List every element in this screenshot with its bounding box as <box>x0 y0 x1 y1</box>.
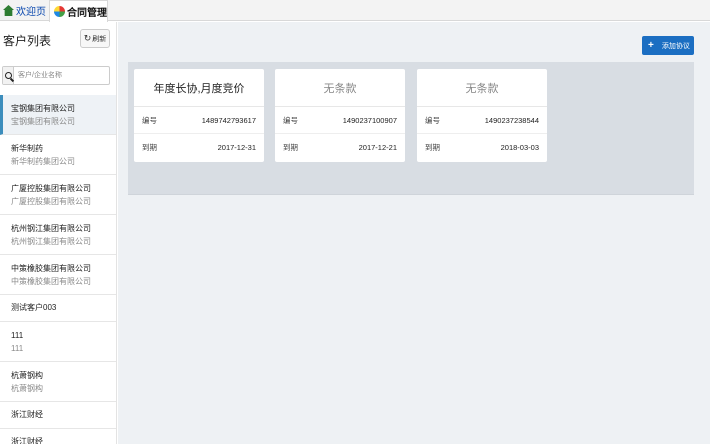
tab-label: 合同管理 <box>67 8 107 19</box>
customer-name: 浙江财经 <box>11 437 43 444</box>
list-item[interactable]: 新华制药 新华制药集团公司 <box>0 135 116 175</box>
agreement-number-row: 编号 1489742793617 <box>134 107 264 134</box>
expiry-label: 到期 <box>283 143 298 152</box>
customer-list: 宝钢集团有限公司 宝钢集团有限公司 新华制药 新华制药集团公司 广厦控股集团有限… <box>0 95 116 444</box>
list-item[interactable]: 111 111 <box>0 322 116 362</box>
customer-sidebar: 客户列表 ↻ 刷新 宝钢集团有限公司 宝钢集团有限公司 新华制药 新华制药集团公… <box>0 22 117 444</box>
search-icon <box>4 72 12 79</box>
list-item[interactable]: 广厦控股集团有限公司 广厦控股集团有限公司 <box>0 175 116 215</box>
list-item[interactable]: 杭州钢江集团有限公司 杭州钢江集团有限公司 <box>0 215 116 255</box>
agreement-card[interactable]: 无条款 编号 1490237238544 到期 2018-03-03 <box>417 69 547 162</box>
list-item[interactable]: 测试客户003 <box>0 295 116 322</box>
add-agreement-label: 添加协议 <box>661 42 690 50</box>
list-item[interactable]: 浙江财经 <box>0 402 116 429</box>
number-value: 1490237100907 <box>342 115 397 125</box>
agreement-panel: 年度长协,月度竞价 编号 1489742793617 到期 2017-12-31… <box>128 62 694 195</box>
customer-name: 测试客户003 <box>11 303 57 312</box>
tab-contract-management[interactable]: 合同管理 <box>49 0 108 22</box>
customer-name: 广厦控股集团有限公司 <box>11 184 91 193</box>
customer-subname: 广厦控股集团有限公司 <box>11 197 91 206</box>
list-item[interactable]: 浙江财经 <box>0 429 116 444</box>
refresh-icon: ↻ <box>83 33 92 43</box>
expiry-value: 2018-03-03 <box>500 143 539 152</box>
agreement-title: 年度长协,月度竞价 <box>134 69 264 107</box>
agreement-number-row: 编号 1490237238544 <box>417 107 547 134</box>
agreement-expiry-row: 到期 2018-03-03 <box>417 134 547 161</box>
add-agreement-button[interactable]: + 添加协议 <box>642 36 694 55</box>
sidebar-title: 客户列表 <box>3 34 52 48</box>
number-label: 编号 <box>425 115 440 125</box>
customer-search <box>2 66 110 85</box>
list-item[interactable]: 宝钢集团有限公司 宝钢集团有限公司 <box>0 95 116 135</box>
agreement-expiry-row: 到期 2017-12-31 <box>134 134 264 161</box>
tab-bar: 欢迎页 合同管理 <box>0 0 710 22</box>
agreement-title: 无条款 <box>417 69 547 107</box>
number-value: 1489742793617 <box>201 115 256 125</box>
number-label: 编号 <box>283 115 298 125</box>
agreement-number-row: 编号 1490237100907 <box>275 107 405 134</box>
refresh-label: 刷新 <box>92 35 107 43</box>
search-button[interactable] <box>3 67 14 84</box>
contract-icon <box>54 6 65 17</box>
customer-name: 杭萧钢构 <box>11 371 43 380</box>
expiry-value: 2017-12-31 <box>217 143 256 152</box>
tab-label: 欢迎页 <box>16 7 46 18</box>
home-icon <box>3 5 14 16</box>
expiry-label: 到期 <box>425 143 440 152</box>
customer-name: 浙江财经 <box>11 410 43 419</box>
plus-icon: + <box>648 40 654 51</box>
customer-name: 杭州钢江集团有限公司 <box>11 224 91 233</box>
tab-welcome[interactable]: 欢迎页 <box>0 0 48 21</box>
customer-name: 中策橡胶集团有限公司 <box>11 264 91 273</box>
main-content: + 添加协议 年度长协,月度竞价 编号 1489742793617 到期 201… <box>118 22 710 444</box>
expiry-label: 到期 <box>142 143 157 152</box>
refresh-button[interactable]: ↻ 刷新 <box>80 29 110 48</box>
customer-subname: 中策橡胶集团有限公司 <box>11 277 91 286</box>
customer-name: 宝钢集团有限公司 <box>11 104 75 113</box>
list-item[interactable]: 中策橡胶集团有限公司 中策橡胶集团有限公司 <box>0 255 116 295</box>
customer-subname: 111 <box>11 344 24 353</box>
list-item[interactable]: 杭萧钢构 杭萧钢构 <box>0 362 116 402</box>
customer-name: 新华制药 <box>11 144 43 153</box>
agreement-card[interactable]: 年度长协,月度竞价 编号 1489742793617 到期 2017-12-31 <box>134 69 264 162</box>
agreement-title: 无条款 <box>275 69 405 107</box>
customer-subname: 杭萧钢构 <box>11 384 43 393</box>
customer-subname: 杭州钢江集团有限公司 <box>11 237 91 246</box>
customer-subname: 新华制药集团公司 <box>11 157 75 166</box>
customer-name: 111 <box>11 331 24 340</box>
agreement-expiry-row: 到期 2017-12-21 <box>275 134 405 161</box>
number-label: 编号 <box>142 115 157 125</box>
number-value: 1490237238544 <box>484 115 539 125</box>
expiry-value: 2017-12-21 <box>358 143 397 152</box>
agreement-card[interactable]: 无条款 编号 1490237100907 到期 2017-12-21 <box>275 69 405 162</box>
customer-subname: 宝钢集团有限公司 <box>11 117 75 126</box>
search-input[interactable] <box>14 67 109 84</box>
